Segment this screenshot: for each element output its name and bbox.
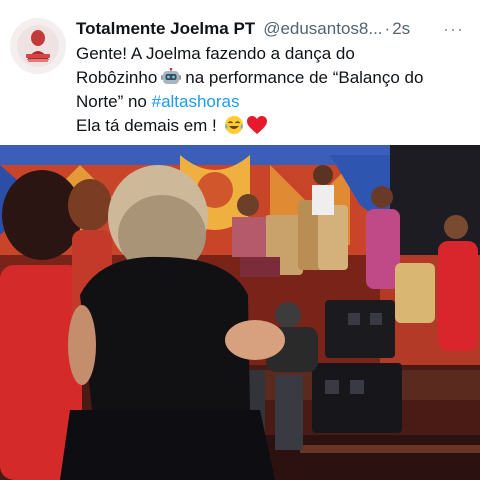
tweet-text-line-4: Ela tá demais em ! bbox=[76, 114, 470, 138]
tweet-text-line-2b: na performance de “Balanço do bbox=[185, 68, 424, 87]
stage-video-frame bbox=[0, 145, 480, 480]
tweet-card[interactable]: Totalmente Joelma PT @edusantos8... · 2s… bbox=[0, 0, 480, 480]
separator-dot: · bbox=[384, 19, 391, 38]
tweet-text: Gente! A Joelma fazendo a dança do Robôz… bbox=[76, 42, 470, 138]
tweet-text-line-2a: Robôzinho bbox=[76, 68, 158, 87]
tweet-text-line-4-text: Ela tá demais em ! bbox=[76, 116, 217, 135]
profile-avatar[interactable] bbox=[10, 18, 66, 74]
tweet-text-line-2: Robôzinho na performance de “Balanço do bbox=[76, 66, 470, 90]
tweet-text-line-3a: Norte” no bbox=[76, 92, 147, 111]
tweet-media-video[interactable] bbox=[0, 145, 480, 480]
tweet-text-line-1: Gente! A Joelma fazendo a dança do bbox=[76, 44, 355, 63]
avatar-image-icon bbox=[10, 18, 66, 74]
timestamp[interactable]: 2s bbox=[392, 19, 410, 39]
tweet-text-line-3: Norte” no #altashoras bbox=[76, 90, 470, 114]
tweet-header: Totalmente Joelma PT @edusantos8... · 2s… bbox=[76, 17, 470, 41]
display-name[interactable]: Totalmente Joelma PT bbox=[76, 19, 255, 39]
user-handle[interactable]: @edusantos8... bbox=[263, 19, 382, 39]
face-with-tears-of-joy-icon bbox=[224, 115, 244, 135]
hashtag-link[interactable]: #altashoras bbox=[152, 92, 240, 111]
more-options-icon[interactable]: ··· bbox=[443, 19, 464, 40]
red-heart-icon bbox=[246, 115, 268, 135]
robot-emoji-icon bbox=[161, 67, 182, 86]
